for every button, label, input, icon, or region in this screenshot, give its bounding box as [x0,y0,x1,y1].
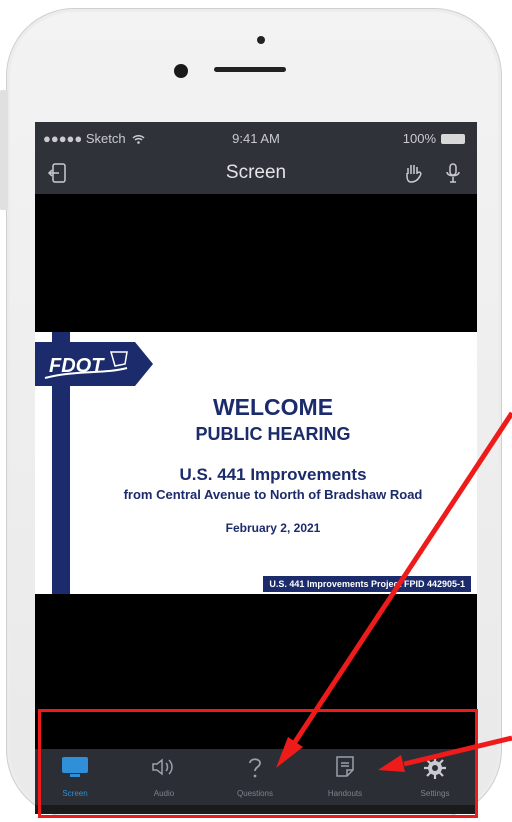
slide-welcome: WELCOME [212,394,334,420]
battery-percent: 100% [402,131,436,146]
battery-icon [441,133,465,144]
slide-project-name: U.S. 441 Improvements [179,465,367,484]
front-camera [174,64,188,78]
phone-side-button [0,90,8,210]
battery-status: 100% [403,131,465,146]
navigation-bar: Screen [35,154,477,194]
raise-hand-icon[interactable] [403,162,425,184]
microphone-icon[interactable] [445,162,461,184]
slide-public-hearing: PUBLIC HEARING [195,424,351,444]
video-area-top [35,194,477,332]
annotation-highlight-box [38,709,478,818]
fdot-logo: FDOT [35,342,153,386]
slide-date: February 2, 2021 [225,521,321,535]
presentation-slide: FDOT WELCOME PUBLIC HEARING U.S. 441 Imp… [35,332,477,594]
slide-footer-tag: U.S. 441 Improvements Project FPID 44290… [263,576,471,592]
proximity-sensor [257,36,265,44]
status-bar: ●●●●● Sketch 9:41 AM 100% [35,122,477,154]
slide-project-limits: from Central Avenue to North of Bradshaw… [123,487,423,502]
earpiece-speaker [214,67,286,72]
